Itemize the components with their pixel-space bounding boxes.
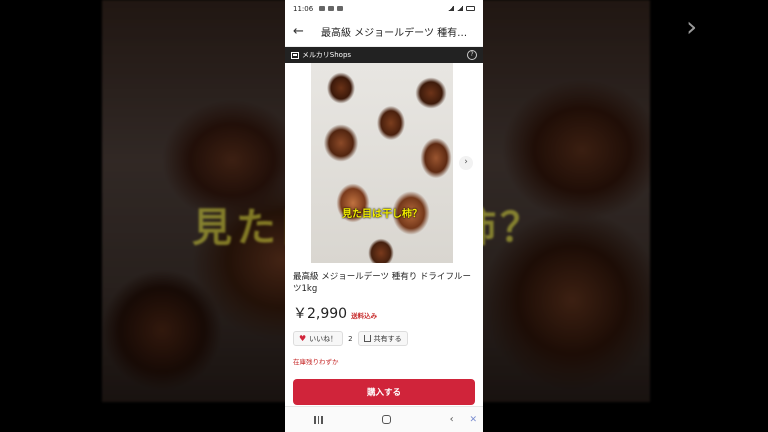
nav-back-icon[interactable]: ‹ [450, 414, 454, 425]
product-name: 最高級 メジョールデーツ 種有り ドライフルーツ1kg [293, 272, 471, 294]
help-icon[interactable]: ? [467, 50, 477, 60]
video-stage: 見た目は干し柿？ › 11:06 ← 最高級 メジョールデーツ 種有り ドライフ… [0, 0, 768, 432]
price-row: ￥2,990 送料込み [293, 303, 475, 323]
watermark-logo: ✕ [469, 415, 477, 425]
like-count: 2 [348, 334, 353, 343]
action-row: ♥ いいね！ 2 共有する [293, 331, 475, 346]
like-button[interactable]: ♥ いいね！ [293, 331, 344, 346]
x-logo-icon: ✕ [469, 415, 477, 425]
carousel-next-icon[interactable]: › [459, 156, 473, 170]
notification-icon [337, 6, 344, 11]
signal-icon [457, 6, 463, 11]
share-button[interactable]: 共有する [357, 331, 408, 346]
back-arrow-icon[interactable]: ← [293, 24, 313, 39]
product-details: 最高級 メジョールデーツ 種有り ドライフルーツ1kg ￥2,990 送料込み … [285, 263, 483, 366]
shop-icon [291, 51, 299, 59]
notification-icon [328, 6, 335, 11]
share-label: 共有する [373, 334, 402, 343]
page-title: 最高級 メジョールデーツ 種有り ドライフルーツ1kg [321, 28, 471, 39]
photo-caption: 見た目は干し柿？ [342, 209, 422, 220]
recent-apps-icon[interactable] [314, 415, 323, 424]
notification-icon [319, 6, 326, 11]
heart-icon: ♥ [299, 334, 307, 343]
status-bar: 11:06 [285, 0, 483, 17]
shipping-label: 送料込み [351, 312, 378, 320]
battery-icon [466, 6, 475, 11]
home-icon[interactable] [381, 415, 391, 424]
like-label: いいね！ [309, 334, 338, 343]
status-time: 11:06 [293, 4, 314, 13]
phone-screen: 11:06 ← 最高級 メジョールデーツ 種有り ドライフルーツ1kg メルカリ… [285, 0, 483, 432]
next-video-arrow-icon[interactable]: › [686, 10, 697, 43]
system-icons [448, 6, 475, 11]
wifi-icon [448, 6, 454, 11]
app-bar: ← 最高級 メジョールデーツ 種有り ドライフルーツ1kg [285, 17, 483, 47]
notification-icons [319, 6, 344, 11]
stock-note: 在庫残りわずか [293, 358, 339, 366]
product-price: ￥2,990 [293, 306, 348, 322]
buy-button[interactable]: 購入する [293, 379, 475, 405]
product-photo: 見た目は干し柿？ [311, 63, 453, 263]
shop-bar: メルカリShops ? [285, 47, 483, 63]
system-nav-bar: ‹ ✕ [285, 406, 483, 432]
share-icon [363, 335, 371, 342]
product-image-carousel[interactable]: 見た目は干し柿？ › [285, 63, 483, 263]
shop-label[interactable]: メルカリShops [302, 50, 351, 60]
